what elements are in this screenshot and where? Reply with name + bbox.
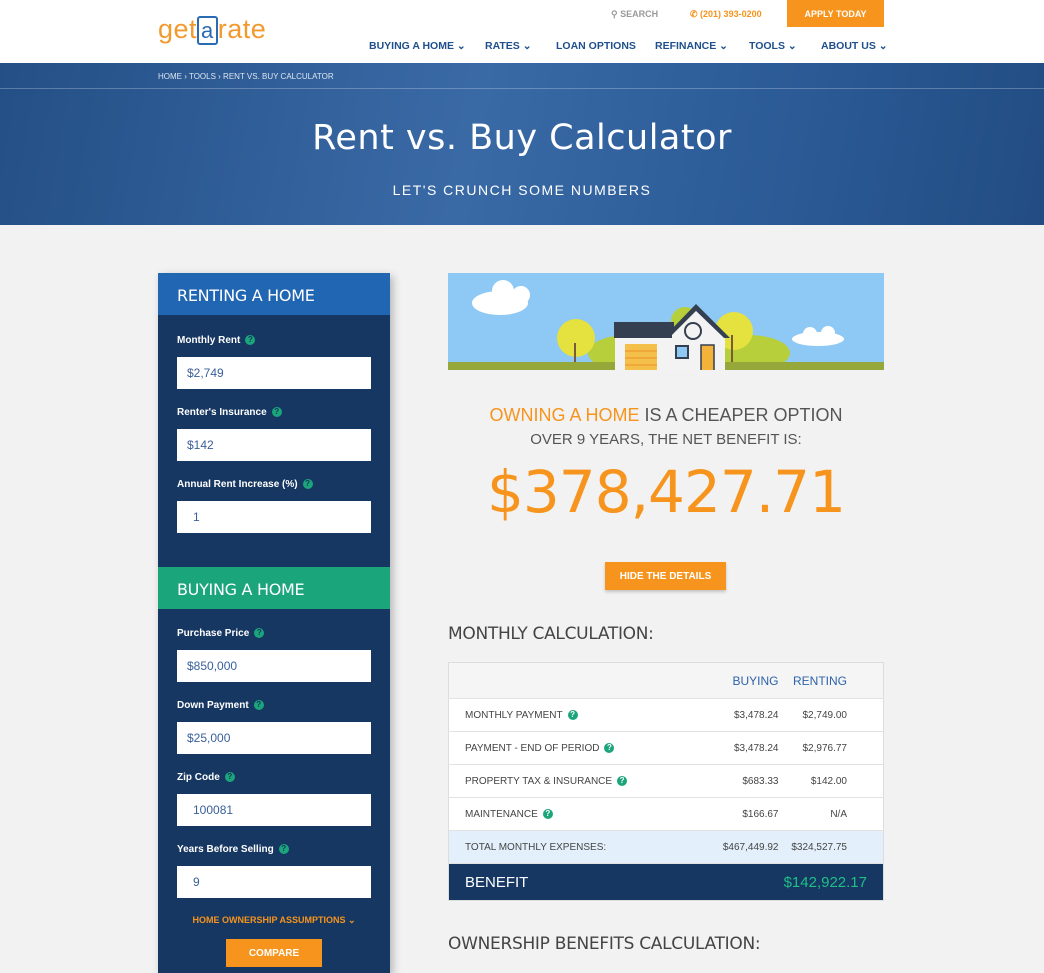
table-row: PAYMENT - END OF PERIOD? $3,478.24 $2,976.… xyxy=(448,731,884,765)
table-row: MONTHLY PAYMENT? $3,478.24 $2,749.00 xyxy=(448,698,884,732)
purchase-price-label: Purchase Price? xyxy=(177,628,265,639)
compare-button[interactable]: COMPARE xyxy=(226,939,322,967)
monthly-rent-input[interactable] xyxy=(177,357,371,389)
nav-loan-options[interactable]: LOAN OPTIONS xyxy=(556,40,636,52)
total-row: TOTAL MONTHLY EXPENSES: $467,449.92 $324,5… xyxy=(448,830,884,864)
renting-section-title: RENTING A HOME xyxy=(158,273,390,315)
phone-link[interactable]: ✆ (201) 393-0200 xyxy=(690,9,762,20)
home-ownership-assumptions-toggle[interactable]: HOME OWNERSHIP ASSUMPTIONS ⌄ xyxy=(158,915,390,926)
cloud-icon xyxy=(472,280,530,315)
divider xyxy=(0,88,1044,89)
house-icon xyxy=(614,304,730,370)
years-before-selling-input[interactable] xyxy=(177,866,371,898)
phone-icon: ✆ xyxy=(690,9,701,19)
annual-rent-increase-label: Annual Rent Increase (%)? xyxy=(177,479,313,490)
page-title: Rent vs. Buy Calculator xyxy=(312,118,732,158)
search-link[interactable]: ⚲ SEARCH xyxy=(611,9,658,20)
help-icon[interactable]: ? xyxy=(224,772,235,783)
cloud-icon xyxy=(792,326,844,346)
help-icon[interactable]: ? xyxy=(254,628,265,639)
table-row: PROPERTY TAX & INSURANCE? $683.33 $142.00 xyxy=(448,764,884,798)
help-icon[interactable]: ? xyxy=(245,335,256,346)
table-row: MAINTENANCE? $166.67 N/A xyxy=(448,797,884,831)
site-header: get a rate ⚲ SEARCH ✆ (201) 393-0200 APPLY… xyxy=(0,0,1044,63)
monthly-rent-label: Monthly Rent? xyxy=(177,335,256,346)
help-icon[interactable]: ? xyxy=(567,709,578,720)
help-icon[interactable]: ? xyxy=(253,700,264,711)
help-icon[interactable]: ? xyxy=(271,407,282,418)
purchase-price-input[interactable] xyxy=(177,650,371,682)
annual-rent-increase-input[interactable] xyxy=(177,501,371,533)
down-payment-label: Down Payment? xyxy=(177,700,264,711)
hero-banner: HOME › TOOLS › RENT VS. BUY CALCULATOR R… xyxy=(0,63,1044,225)
help-icon[interactable]: ? xyxy=(278,844,289,855)
years-before-selling-label: Years Before Selling? xyxy=(177,844,289,855)
buying-section-title: BUYING A HOME xyxy=(158,567,390,609)
help-icon[interactable]: ? xyxy=(302,479,313,490)
nav-rates[interactable]: RATES ⌄ xyxy=(485,40,532,52)
page-subtitle: LET'S CRUNCH SOME NUMBERS xyxy=(392,182,652,198)
search-icon: ⚲ xyxy=(611,9,621,19)
help-icon[interactable]: ? xyxy=(604,742,615,753)
breadcrumb[interactable]: HOME › TOOLS › RENT VS. BUY CALCULATOR xyxy=(158,72,334,81)
nav-refinance[interactable]: REFINANCE ⌄ xyxy=(655,40,728,52)
result-subline: OVER 9 YEARS, THE NET BENEFIT IS: xyxy=(530,431,802,448)
ownership-benefits-title: OWNERSHIP BENEFITS CALCULATION: xyxy=(448,934,761,954)
calculator-form: RENTING A HOME Monthly Rent? Renter's In… xyxy=(158,273,390,973)
table-header: BUYING RENTING xyxy=(448,662,884,699)
logo[interactable]: get a rate xyxy=(158,14,266,45)
zip-code-label: Zip Code? xyxy=(177,772,235,783)
result-headline: OWNING A HOME IS A CHEAPER OPTION xyxy=(489,405,843,425)
renters-insurance-input[interactable] xyxy=(177,429,371,461)
house-illustration xyxy=(448,273,884,370)
nav-about-us[interactable]: ABOUT US ⌄ xyxy=(821,40,888,52)
monthly-calculation-table: BUYING RENTING MONTHLY PAYMENT? $3,478.24 $… xyxy=(448,662,884,901)
help-icon[interactable]: ? xyxy=(542,808,553,819)
net-benefit-amount: $378,427.71 xyxy=(487,458,846,526)
monthly-calculation-title: MONTHLY CALCULATION: xyxy=(448,624,654,644)
renters-insurance-label: Renter's Insurance? xyxy=(177,407,282,418)
benefit-row: BENEFIT $142,922.17 xyxy=(448,863,884,901)
apply-today-button[interactable]: APPLY TODAY xyxy=(787,0,884,27)
nav-buying-a-home[interactable]: BUYING A HOME ⌄ xyxy=(369,40,466,52)
zip-code-input[interactable] xyxy=(177,794,371,826)
hide-details-button[interactable]: HIDE THE DETAILS xyxy=(605,562,726,590)
down-payment-input[interactable] xyxy=(177,722,371,754)
nav-tools[interactable]: TOOLS ⌄ xyxy=(749,40,797,52)
help-icon[interactable]: ? xyxy=(617,775,628,786)
